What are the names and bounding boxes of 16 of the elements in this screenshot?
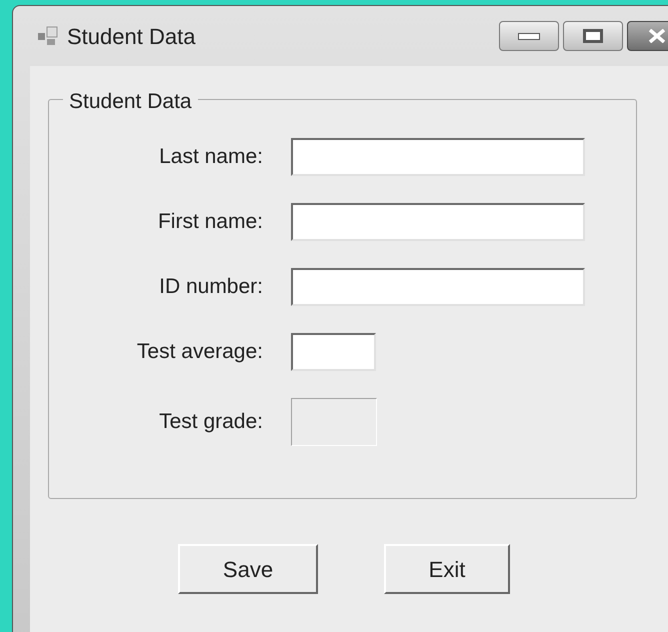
input-field[interactable] (291, 203, 585, 241)
field-label: Test grade: (158, 409, 263, 436)
field-label: First name: (156, 209, 263, 236)
input-field[interactable] (291, 268, 585, 306)
field-label: ID number: (158, 274, 263, 300)
field-label: Last name: (158, 144, 263, 170)
app-icon (37, 25, 59, 47)
dialog-button[interactable]: Save (178, 544, 318, 594)
window-title: Student Data (67, 22, 196, 50)
input-field[interactable] (291, 138, 585, 176)
minimize-button[interactable] (499, 21, 559, 51)
field-label: Test average: (136, 339, 263, 366)
maximize-button[interactable] (563, 21, 623, 51)
close-icon (647, 29, 667, 43)
dialog-button[interactable]: Exit (384, 544, 510, 594)
input-field[interactable] (291, 333, 376, 371)
